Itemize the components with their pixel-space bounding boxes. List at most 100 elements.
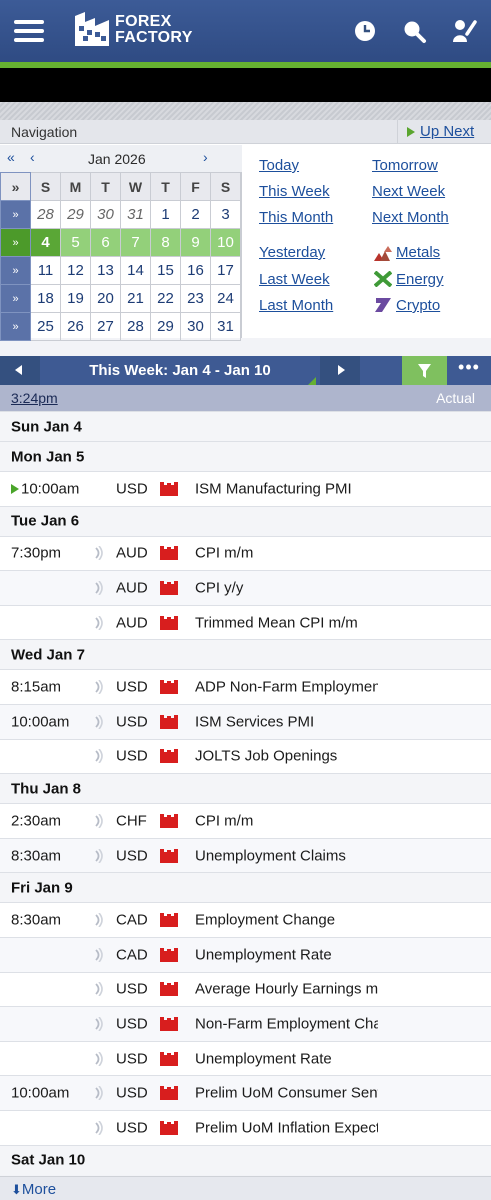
energy-link[interactable]: Energy — [396, 271, 444, 288]
calendar-day[interactable]: 1 — [150, 200, 181, 229]
menu-icon[interactable] — [14, 20, 44, 42]
high-impact-icon[interactable] — [160, 813, 178, 828]
sound-icon[interactable] — [94, 1120, 104, 1135]
up-next-button[interactable]: Up Next — [397, 120, 491, 144]
high-impact-icon[interactable] — [160, 982, 178, 997]
calendar-day[interactable]: 12 — [60, 256, 91, 285]
high-impact-icon[interactable] — [160, 615, 178, 630]
calendar-day[interactable]: 22 — [150, 284, 181, 313]
high-impact-icon[interactable] — [160, 1120, 178, 1135]
calendar-day[interactable]: 19 — [60, 284, 91, 313]
forex-factory-logo[interactable]: FOREX FACTORY — [73, 12, 192, 50]
prev-month-icon[interactable]: ‹ — [30, 149, 35, 165]
event-name[interactable]: Trimmed Mean CPI m/m — [195, 614, 378, 631]
event-name[interactable]: Unemployment Rate — [195, 1050, 378, 1067]
collapse-icon[interactable]: » — [0, 172, 31, 201]
event-row[interactable]: 10:00am USD ISM Manufacturing PMI — [0, 471, 491, 506]
event-name[interactable]: Average Hourly Earnings m/m — [195, 981, 378, 998]
user-icon[interactable] — [451, 18, 477, 44]
calendar-day[interactable]: 20 — [90, 284, 121, 313]
calendar-day[interactable]: 4 — [30, 228, 61, 257]
prev-year-icon[interactable]: « — [7, 149, 15, 165]
week-select-icon[interactable]: » — [0, 200, 31, 229]
calendar-day[interactable]: 29 — [60, 200, 91, 229]
high-impact-icon[interactable] — [160, 913, 178, 928]
this-month-link[interactable]: This Month — [259, 209, 333, 226]
yesterday-link[interactable]: Yesterday — [259, 244, 325, 261]
sound-icon[interactable] — [94, 580, 104, 595]
tomorrow-link[interactable]: Tomorrow — [372, 157, 438, 174]
event-name[interactable]: Unemployment Claims — [195, 847, 378, 864]
last-week-link[interactable]: Last Week — [259, 271, 330, 288]
event-name[interactable]: ADP Non-Farm Employment Change — [195, 679, 378, 696]
high-impact-icon[interactable] — [160, 580, 178, 595]
calendar-day[interactable]: 18 — [30, 284, 61, 313]
event-row[interactable]: USD Average Hourly Earnings m/m — [0, 971, 491, 1007]
calendar-day[interactable]: 3 — [210, 200, 241, 229]
up-next-link[interactable]: Up Next — [420, 123, 474, 140]
filter-button[interactable] — [402, 356, 447, 385]
week-select-icon[interactable]: » — [0, 312, 31, 341]
event-name[interactable]: ISM Manufacturing PMI — [195, 480, 378, 497]
calendar-day[interactable]: 27 — [90, 312, 121, 341]
more-button[interactable]: ⬇More — [11, 1181, 56, 1198]
event-name[interactable]: Prelim UoM Consumer Sentiment — [195, 1085, 378, 1102]
event-name[interactable]: Unemployment Rate — [195, 946, 378, 963]
event-row[interactable]: 8:15am USD ADP Non-Farm Employment Change — [0, 669, 491, 704]
high-impact-icon[interactable] — [160, 947, 178, 962]
calendar-day[interactable]: 9 — [180, 228, 211, 257]
calendar-day[interactable]: 31 — [210, 312, 241, 341]
today-link[interactable]: Today — [259, 157, 299, 174]
calendar-day[interactable]: 24 — [210, 284, 241, 313]
sound-icon[interactable] — [94, 749, 104, 764]
sound-icon[interactable] — [94, 813, 104, 828]
sound-icon[interactable] — [94, 913, 104, 928]
sound-icon[interactable] — [94, 714, 104, 729]
event-row[interactable]: 2:30am CHF CPI m/m — [0, 803, 491, 838]
calendar-day[interactable]: 25 — [30, 312, 61, 341]
sound-icon[interactable] — [94, 1016, 104, 1031]
event-row[interactable]: 8:30am CAD Employment Change — [0, 902, 491, 937]
high-impact-icon[interactable] — [160, 481, 178, 496]
next-week-button[interactable] — [320, 356, 360, 385]
event-name[interactable]: Employment Change — [195, 912, 378, 929]
sound-icon[interactable] — [94, 947, 104, 962]
week-select-icon[interactable]: » — [0, 256, 31, 285]
event-row[interactable]: USD Unemployment Rate — [0, 1040, 491, 1076]
calendar-day[interactable]: 5 — [60, 228, 91, 257]
event-name[interactable]: Prelim UoM Inflation Expectations — [195, 1119, 378, 1136]
event-name[interactable]: CPI m/m — [195, 545, 378, 562]
calendar-day[interactable]: 7 — [120, 228, 151, 257]
week-select-icon[interactable]: » — [0, 284, 31, 313]
high-impact-icon[interactable] — [160, 749, 178, 764]
next-week-link[interactable]: Next Week — [372, 183, 445, 200]
event-row[interactable]: CAD Unemployment Rate — [0, 937, 491, 972]
more-options-button[interactable]: ••• — [447, 356, 491, 385]
calendar-day[interactable]: 2 — [180, 200, 211, 229]
search-icon[interactable] — [401, 18, 427, 44]
calendar-day[interactable]: 31 — [120, 200, 151, 229]
calendar-day[interactable]: 28 — [30, 200, 61, 229]
calendar-day[interactable]: 26 — [60, 312, 91, 341]
high-impact-icon[interactable] — [160, 680, 178, 695]
high-impact-icon[interactable] — [160, 1016, 178, 1031]
calendar-day[interactable]: 10 — [210, 228, 241, 257]
event-row[interactable]: USD Prelim UoM Inflation Expectations — [0, 1110, 491, 1145]
calendar-day[interactable]: 11 — [30, 256, 61, 285]
high-impact-icon[interactable] — [160, 1086, 178, 1101]
calendar-day[interactable]: 14 — [120, 256, 151, 285]
this-week-link[interactable]: This Week — [259, 183, 330, 200]
event-name[interactable]: JOLTS Job Openings — [195, 748, 378, 765]
event-row[interactable]: USD JOLTS Job Openings — [0, 738, 491, 774]
sound-icon[interactable] — [94, 546, 104, 561]
calendar-day[interactable]: 16 — [180, 256, 211, 285]
event-name[interactable]: CPI y/y — [195, 579, 378, 596]
metals-link[interactable]: Metals — [396, 244, 440, 261]
crypto-link[interactable]: Crypto — [396, 297, 440, 314]
calendar-day[interactable]: 30 — [90, 200, 121, 229]
sound-icon[interactable] — [94, 982, 104, 997]
event-name[interactable]: CPI m/m — [195, 812, 378, 829]
next-month-link[interactable]: Next Month — [372, 209, 449, 226]
previous-week-button[interactable] — [0, 356, 40, 385]
high-impact-icon[interactable] — [160, 546, 178, 561]
